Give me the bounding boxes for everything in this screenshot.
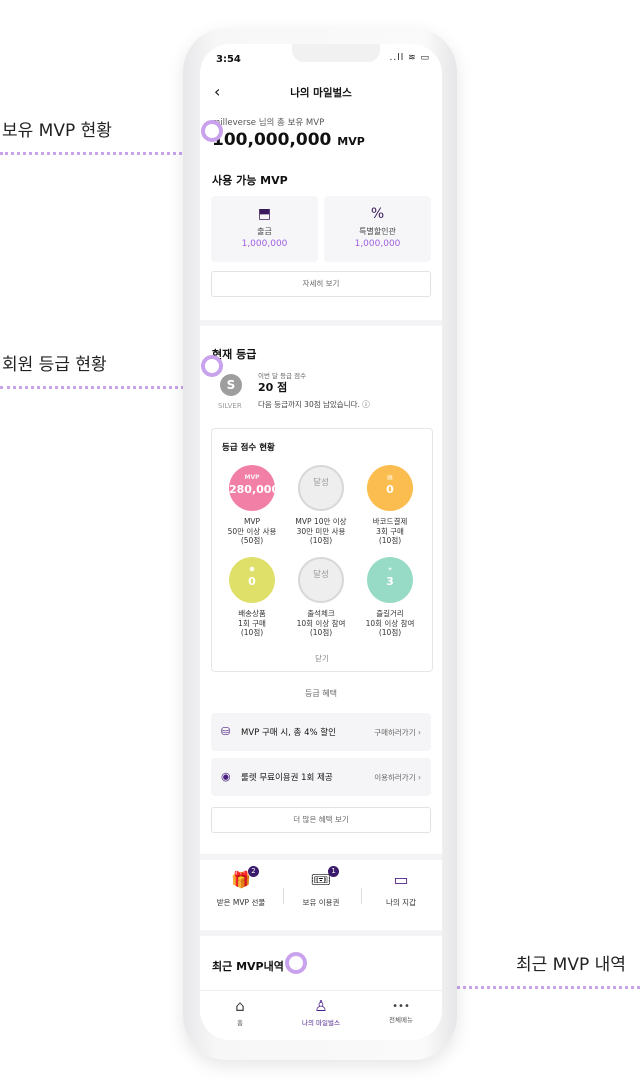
notch xyxy=(292,44,380,62)
quick-gift-label: 받은 MVP 선물 xyxy=(216,898,266,907)
status-bar: 3:54 ..ll ≋ ▭ xyxy=(200,44,442,76)
owner-line: milleverse 님의 총 보유 MVP xyxy=(212,118,325,128)
callout-marker-owned-mvp xyxy=(201,120,223,142)
profile-icon: ♙ xyxy=(314,997,328,1015)
circle-fun-value: 3 xyxy=(386,575,394,588)
benefit-title: 등급 혜택 xyxy=(305,689,337,698)
circle-mvp-range: 달성 xyxy=(298,465,344,511)
callout-owned-mvp: 보유 MVP 현황 xyxy=(2,121,112,141)
tab-my[interactable]: ♙ 나의 마일벌스 xyxy=(281,997,361,1027)
callout-line-owned-mvp xyxy=(0,152,205,155)
grade-card: 현재 등급 S SILVER 이번 달 등급 점수 20 점 다음 등급까지 3… xyxy=(200,326,442,854)
status-time: 3:54 xyxy=(216,54,241,65)
circle-barcode-value: 0 xyxy=(386,483,394,496)
status-icons: ..ll ≋ ▭ xyxy=(389,53,430,63)
tab-home-label: 홈 xyxy=(237,1019,243,1027)
tab-menu[interactable]: ••• 전체메뉴 xyxy=(361,997,441,1024)
tab-my-label: 나의 마일벌스 xyxy=(302,1019,340,1027)
mvp-summary-card: milleverse 님의 총 보유 MVP 100,000,000 MVP 사… xyxy=(200,110,442,320)
quick-gift[interactable]: 🎁 2 받은 MVP 선물 xyxy=(201,866,281,908)
circle-barcode: ▤ 0 xyxy=(367,465,413,511)
label-mvp-use: MVP 50만 이상 사용 (50점) xyxy=(227,517,277,545)
grade-status-box: 등급 점수 현황 MVP 280,000 달성 ▤ 0 MVP 50만 이상 사… xyxy=(211,428,433,672)
barcode-icon: ▤ xyxy=(387,474,393,481)
quick-wallet[interactable]: ▭ 나의 지갑 xyxy=(361,870,441,908)
quick-ticket-label: 보유 이용권 xyxy=(302,898,340,907)
benefit-discount[interactable]: ⛁ MVP 구매 시, 총 4% 할인 구매하러가기 › xyxy=(211,713,431,751)
label-fun: 즐길거리 10회 이상 참여 (10점) xyxy=(365,609,415,637)
circle-mvp-value: 280,000 xyxy=(229,483,280,496)
benefit-roulette-text: 룰렛 무료이용권 1회 제공 xyxy=(241,773,333,783)
label-barcode: 바코드결제 3회 구매 (10점) xyxy=(372,517,408,545)
ticket-badge: 1 xyxy=(328,866,340,877)
total-mvp-value: 100,000,000 xyxy=(212,130,332,150)
next-grade-text: 다음 등급까지 30점 남았습니다. xyxy=(258,400,360,409)
circle-attendance-value: 달성 xyxy=(313,570,329,580)
grade-score: 20 점 xyxy=(258,381,288,394)
quick-wallet-label: 나의 지갑 xyxy=(386,898,416,907)
callout-line-member-grade xyxy=(0,386,202,389)
available-title: 사용 가능 MVP xyxy=(212,174,288,187)
circle-fun: ✦ 3 xyxy=(367,557,413,603)
close-button[interactable]: 닫기 xyxy=(212,653,432,664)
benefit-roulette-link[interactable]: 이용하러가기 › xyxy=(374,772,421,783)
home-icon: ⌂ xyxy=(235,997,245,1015)
callout-marker-member-grade xyxy=(201,355,223,377)
ticket-icon: 🎟 1 xyxy=(311,866,340,889)
total-mvp: 100,000,000 MVP xyxy=(212,130,365,150)
circle-delivery-value: 0 xyxy=(248,575,256,588)
wallet-icon: ▭ xyxy=(393,870,409,889)
sparkle-icon: ✦ xyxy=(387,566,393,573)
box-icon: ⬢ xyxy=(249,566,255,573)
discount-label: 특별할인관 xyxy=(359,227,396,236)
grade-name: SILVER xyxy=(218,402,242,410)
page-title: 나의 마일벌스 xyxy=(290,87,352,99)
grade-avatar: S xyxy=(220,374,242,396)
tab-menu-label: 전체메뉴 xyxy=(389,1016,413,1024)
total-mvp-unit: MVP xyxy=(337,135,365,148)
next-grade-info: 다음 등급까지 30점 남았습니다. ⓘ xyxy=(258,399,370,410)
benefit-roulette[interactable]: ◉ 룰렛 무료이용권 1회 제공 이용하러가기 › xyxy=(211,758,431,796)
discount-bag-icon: % xyxy=(370,206,385,222)
gift-badge: 2 xyxy=(247,866,259,877)
benefit-discount-text: MVP 구매 시, 총 4% 할인 xyxy=(241,728,336,738)
detail-button[interactable]: 자세히 보기 xyxy=(211,271,431,297)
circle-range-value: 달성 xyxy=(313,478,329,488)
label-delivery: 배송상품 1회 구매 (10점) xyxy=(238,609,266,637)
bottom-tab-bar: ⌂ 홈 ♙ 나의 마일벌스 ••• 전체메뉴 xyxy=(200,990,442,1040)
phone-screen: 3:54 ..ll ≋ ▭ ‹ 나의 마일벌스 milleverse 님의 총 … xyxy=(200,44,442,1040)
grade-status-title: 등급 점수 현황 xyxy=(222,443,275,453)
more-benefits-button[interactable]: 더 많은 혜택 보기 xyxy=(211,807,431,833)
roulette-icon: ◉ xyxy=(221,770,231,783)
label-mvp-range: MVP 10만 이상 30만 미만 사용 (10점) xyxy=(295,517,347,545)
callout-marker-recent-mvp xyxy=(285,952,307,974)
discount-box[interactable]: % 특별할인관 1,000,000 xyxy=(324,196,431,262)
info-icon[interactable]: ⓘ xyxy=(362,400,370,409)
discount-value: 1,000,000 xyxy=(354,239,401,249)
circle-mvp-use: MVP 280,000 xyxy=(229,465,280,511)
circle-mvp-tag: MVP xyxy=(244,474,260,481)
benefit-discount-link[interactable]: 구매하러가기 › xyxy=(374,727,421,738)
gift-icon: 🎁 2 xyxy=(231,866,259,889)
recent-title: 최근 MVP내역 xyxy=(212,960,284,973)
more-icon: ••• xyxy=(392,1001,410,1012)
app-header: ‹ 나의 마일벌스 xyxy=(200,76,442,110)
discount-icon: ⛁ xyxy=(221,725,231,738)
tab-home[interactable]: ⌂ 홈 xyxy=(200,997,280,1027)
withdraw-box[interactable]: ⬒ 출금 1,000,000 xyxy=(211,196,318,262)
withdraw-label: 출금 xyxy=(257,227,272,236)
callout-member-grade: 회원 등급 현황 xyxy=(2,355,107,375)
withdraw-value: 1,000,000 xyxy=(241,239,288,249)
label-attendance: 출석체크 10회 이상 참여 (10점) xyxy=(296,609,346,637)
withdraw-icon: ⬒ xyxy=(257,206,272,222)
circle-delivery: ⬢ 0 xyxy=(229,557,275,603)
callout-recent-mvp: 최근 MVP 내역 xyxy=(516,955,626,975)
quick-actions: 🎁 2 받은 MVP 선물 🎟 1 보유 이용권 ▭ 나의 지갑 xyxy=(200,860,442,930)
quick-ticket[interactable]: 🎟 1 보유 이용권 xyxy=(281,866,361,908)
circle-attendance: 달성 xyxy=(298,557,344,603)
